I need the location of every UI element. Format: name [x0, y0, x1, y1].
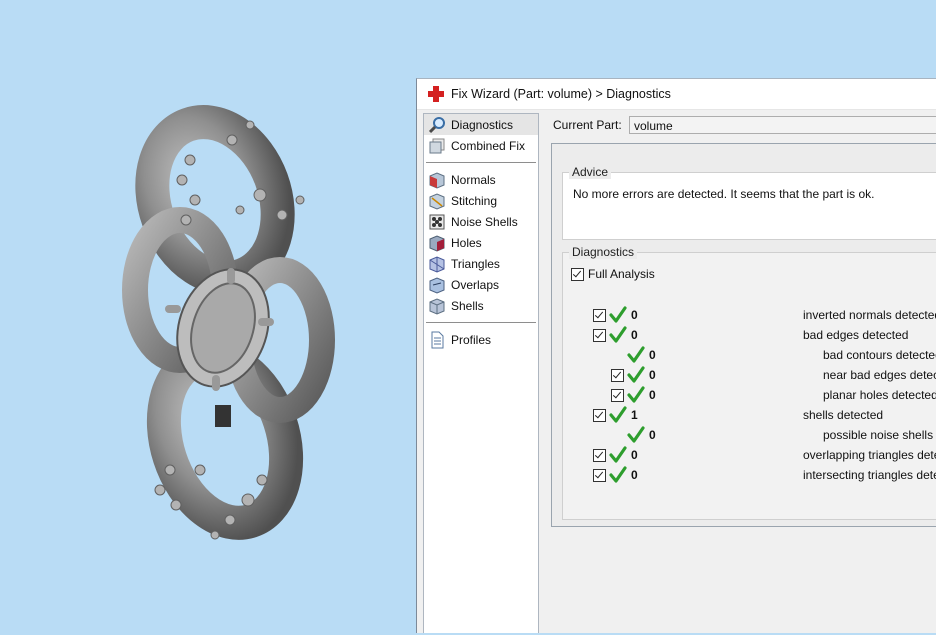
- overlaps-cube-icon: [429, 276, 445, 294]
- nav-label: Overlaps: [451, 277, 500, 292]
- 3d-viewport[interactable]: [0, 0, 420, 632]
- advice-title: Advice: [569, 165, 612, 179]
- diagnostic-row: 0 inverted normals detected: [593, 305, 936, 325]
- nav-label: Stitching: [451, 193, 498, 208]
- normals-cube-icon: [429, 171, 445, 189]
- diagnostic-row: 0 bad edges detected: [593, 325, 908, 345]
- document-icon: [431, 331, 444, 348]
- nav-item-normals[interactable]: Normals: [424, 169, 538, 190]
- diagnostic-count: 0: [649, 428, 656, 442]
- green-check-icon: [609, 406, 627, 423]
- diagnostics-page: Advice No more errors are detected. It s…: [551, 143, 936, 527]
- diagnostic-label: bad edges detected: [803, 328, 909, 342]
- green-check-icon: [627, 366, 645, 383]
- diagnostics-title: Diagnostics: [569, 245, 638, 259]
- advice-message: No more errors are detected. It seems th…: [573, 187, 875, 201]
- diagnostic-checkbox[interactable]: [593, 468, 606, 482]
- green-check-icon: [609, 446, 627, 463]
- diagnostic-checkbox[interactable]: [611, 368, 624, 382]
- green-check-icon: [627, 386, 645, 403]
- full-analysis-row: Full Analysis: [571, 267, 655, 281]
- diagnostics-group: Diagnostics Full Analysis 0 inverted norm…: [562, 245, 936, 520]
- nav-item-overlaps[interactable]: Overlaps: [424, 274, 538, 295]
- diagnostic-label: inverted normals detected: [803, 308, 936, 322]
- nav-label: Shells: [451, 298, 484, 313]
- diagnostic-count: 0: [631, 308, 638, 322]
- diagnostic-count: 0: [631, 448, 638, 462]
- current-part-label: Current Part:: [553, 118, 622, 132]
- current-part-field[interactable]: volume: [629, 116, 936, 134]
- title-bar[interactable]: Fix Wizard (Part: volume) > Diagnostics: [417, 79, 936, 110]
- full-analysis-checkbox[interactable]: [571, 267, 584, 281]
- nav-item-stitching[interactable]: Stitching: [424, 190, 538, 211]
- nav-label: Noise Shells: [451, 214, 518, 229]
- diagnostic-count: 0: [649, 368, 656, 382]
- nav-item-noise-shells[interactable]: Noise Shells: [424, 211, 538, 232]
- shells-cube-icon: [429, 297, 445, 315]
- diagnostic-count: 1: [631, 408, 638, 422]
- nav-item-holes[interactable]: Holes: [424, 232, 538, 253]
- diagnostic-label: planar holes detected: [823, 388, 936, 402]
- nav-label: Diagnostics: [451, 117, 514, 132]
- nav-item-triangles[interactable]: Triangles: [424, 253, 538, 274]
- diagnostic-checkbox[interactable]: [611, 388, 624, 402]
- nav-item-combined-fix[interactable]: Combined Fix: [424, 135, 538, 156]
- cube-pages-icon: [429, 138, 445, 153]
- diagnostic-checkbox[interactable]: [593, 328, 606, 342]
- nav-label: Normals: [451, 172, 496, 187]
- diagnostic-row: 0 planar holes detected: [611, 385, 936, 405]
- green-check-icon: [609, 326, 627, 343]
- diagnostic-label: shells detected: [803, 408, 884, 422]
- nav-item-shells[interactable]: Shells: [424, 295, 538, 316]
- diagnostic-count: 0: [649, 348, 656, 362]
- app-cross-icon: [428, 86, 444, 102]
- nav-label: Combined Fix: [451, 138, 526, 153]
- diagnostic-label: intersecting triangles detected: [803, 468, 936, 482]
- green-check-icon: [609, 306, 627, 323]
- current-part-row: Current Part: volume: [553, 116, 936, 134]
- diagnostic-row: 0 bad contours detected: [611, 345, 936, 365]
- fix-wizard-dialog: Fix Wizard (Part: volume) > Diagnostics …: [416, 78, 936, 633]
- diagnostic-checkbox[interactable]: [593, 408, 606, 422]
- noise-shells-icon: [429, 214, 445, 229]
- advice-group: Advice No more errors are detected. It s…: [562, 165, 936, 240]
- nav-label: Holes: [451, 235, 482, 250]
- diagnostic-count: 0: [631, 328, 638, 342]
- diagnostic-row: 1 shells detected: [593, 405, 883, 425]
- ring-model: [122, 105, 335, 540]
- full-analysis-label: Full Analysis: [588, 267, 655, 281]
- nav-label: Triangles: [451, 256, 500, 271]
- nav-separator: [426, 162, 536, 163]
- diagnostic-label: possible noise shells detected: [823, 428, 936, 442]
- nav-item-diagnostics[interactable]: Diagnostics: [424, 114, 538, 135]
- diagnostic-count: 0: [631, 468, 638, 482]
- triangles-cube-icon: [429, 255, 445, 273]
- diagnostic-row: 0 near bad edges detected: [611, 365, 936, 385]
- nav-label: Profiles: [451, 332, 492, 347]
- window-title: Fix Wizard (Part: volume) > Diagnostics: [451, 87, 671, 101]
- wizard-content: Current Part: volume Advice No more erro…: [543, 113, 936, 633]
- nav-item-profiles[interactable]: Profiles: [424, 329, 538, 350]
- stitching-cube-icon: [429, 192, 445, 210]
- diagnostic-row: 0 overlapping triangles detected: [593, 445, 936, 465]
- green-check-icon: [627, 346, 645, 363]
- diagnostic-label: overlapping triangles detected: [803, 448, 936, 462]
- diagnostic-count: 0: [649, 388, 656, 402]
- diagnostic-row: 0 possible noise shells detected: [611, 425, 936, 445]
- holes-cube-icon: [429, 234, 445, 252]
- diagnostic-checkbox[interactable]: [593, 308, 606, 322]
- diagnostic-row: 0 intersecting triangles detected: [593, 465, 936, 485]
- diagnostic-checkbox[interactable]: [593, 448, 606, 462]
- nav-separator: [426, 322, 536, 323]
- green-check-icon: [609, 466, 627, 483]
- magnifier-icon: [428, 116, 445, 133]
- wizard-nav: Diagnostics Combined Fix Normals Stitchi…: [423, 113, 539, 633]
- green-check-icon: [627, 426, 645, 443]
- diagnostic-label: bad contours detected: [823, 348, 936, 362]
- diagnostic-label: near bad edges detected: [823, 368, 936, 382]
